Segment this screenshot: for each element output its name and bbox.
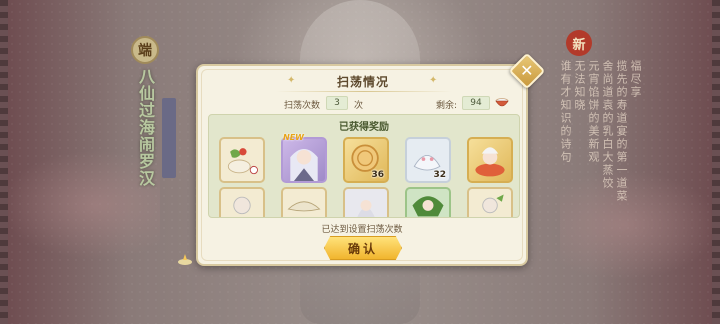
reward-item[interactable] — [219, 187, 265, 217]
sweep-count-value: 3 — [326, 96, 348, 110]
rewards-title: 已获得奖励 — [339, 122, 389, 133]
confirm-label: 确认 — [347, 241, 378, 256]
reward-item[interactable] — [467, 187, 513, 217]
poem-line: 舍尚道袁的乳白大蒸饺 — [601, 60, 614, 190]
bowl-icon — [495, 98, 509, 107]
title-divider — [276, 91, 452, 92]
reward-item[interactable] — [467, 137, 513, 183]
dish-title-block: 端 八仙过海闹罗汉 — [130, 36, 160, 187]
reward-item[interactable] — [219, 137, 265, 183]
reward-qty: 32 — [433, 170, 446, 180]
remaining-label: 剩余: — [436, 101, 458, 111]
reward-item[interactable] — [281, 137, 327, 183]
poem-line: 元宵馅饼的美新观 — [587, 60, 600, 164]
new-badge: NEW — [283, 133, 304, 142]
reward-item[interactable]: 32 — [405, 137, 451, 183]
dumpling-icon — [287, 201, 321, 212]
poem-line: 福尽享 — [629, 60, 642, 99]
character-portrait-icon — [290, 149, 318, 181]
sparkle-icon: ✦ — [286, 75, 296, 86]
sweep-complete-note: 已达到设置扫荡次数 — [321, 225, 403, 235]
dialog-title-bar: ✦ 扫荡情况 ✦ — [268, 70, 458, 92]
dumpling-vegetable-icon — [227, 148, 258, 175]
reward-item[interactable] — [281, 187, 327, 217]
frame-right — [712, 0, 720, 324]
lamp-icon — [178, 254, 192, 265]
dialog-title: 扫荡情况 — [336, 74, 389, 89]
rewards-panel: 已获得奖励 NEW 36 32 — [208, 114, 520, 218]
reward-item[interactable] — [343, 187, 389, 217]
silver-hair-character-icon — [357, 199, 375, 217]
reward-item[interactable]: 36 — [343, 137, 389, 183]
sparkle-icon: ✦ — [429, 75, 438, 86]
sweep-stats: 扫荡次数 3 次 剩余: 94 — [198, 96, 526, 112]
red-seal-icon: 新 — [566, 30, 592, 56]
seal-icon: 端 — [131, 36, 159, 64]
sweep-count-unit: 次 — [354, 101, 364, 111]
remaining-value: 94 — [462, 96, 490, 110]
close-icon: ✕ — [520, 61, 534, 80]
sweep-count-label: 扫荡次数 — [284, 101, 321, 111]
poem-line: 揽先的寿道宴的第一道菜 — [615, 60, 628, 203]
reward-item[interactable] — [405, 187, 451, 217]
frame-left — [0, 0, 8, 324]
chef-small-icon — [482, 194, 504, 214]
dish-title: 八仙过海闹罗汉 — [136, 68, 155, 187]
dish-tag — [162, 98, 176, 178]
poem-line: 谁有才知识的诗句 — [559, 60, 572, 164]
character-small-icon — [233, 196, 251, 215]
poem-block: 新 福尽享 揽先的寿道宴的第一道菜 舍尚道袁的乳白大蒸饺 元宵馅饼的美新观 无法… — [556, 30, 646, 240]
reward-qty: 36 — [371, 170, 384, 180]
confirm-button[interactable]: 确认 — [324, 236, 402, 260]
poem-line: 无法知晓 — [573, 60, 586, 112]
green-character-icon — [412, 196, 444, 217]
chef-character-icon — [475, 147, 505, 177]
rewards-grid: NEW 36 32 — [219, 133, 513, 217]
sweep-result-dialog: ✦ 扫荡情况 ✦ ✕ 扫荡次数 3 次 剩余: 94 已获得奖励 NEW 36 … — [196, 52, 546, 266]
